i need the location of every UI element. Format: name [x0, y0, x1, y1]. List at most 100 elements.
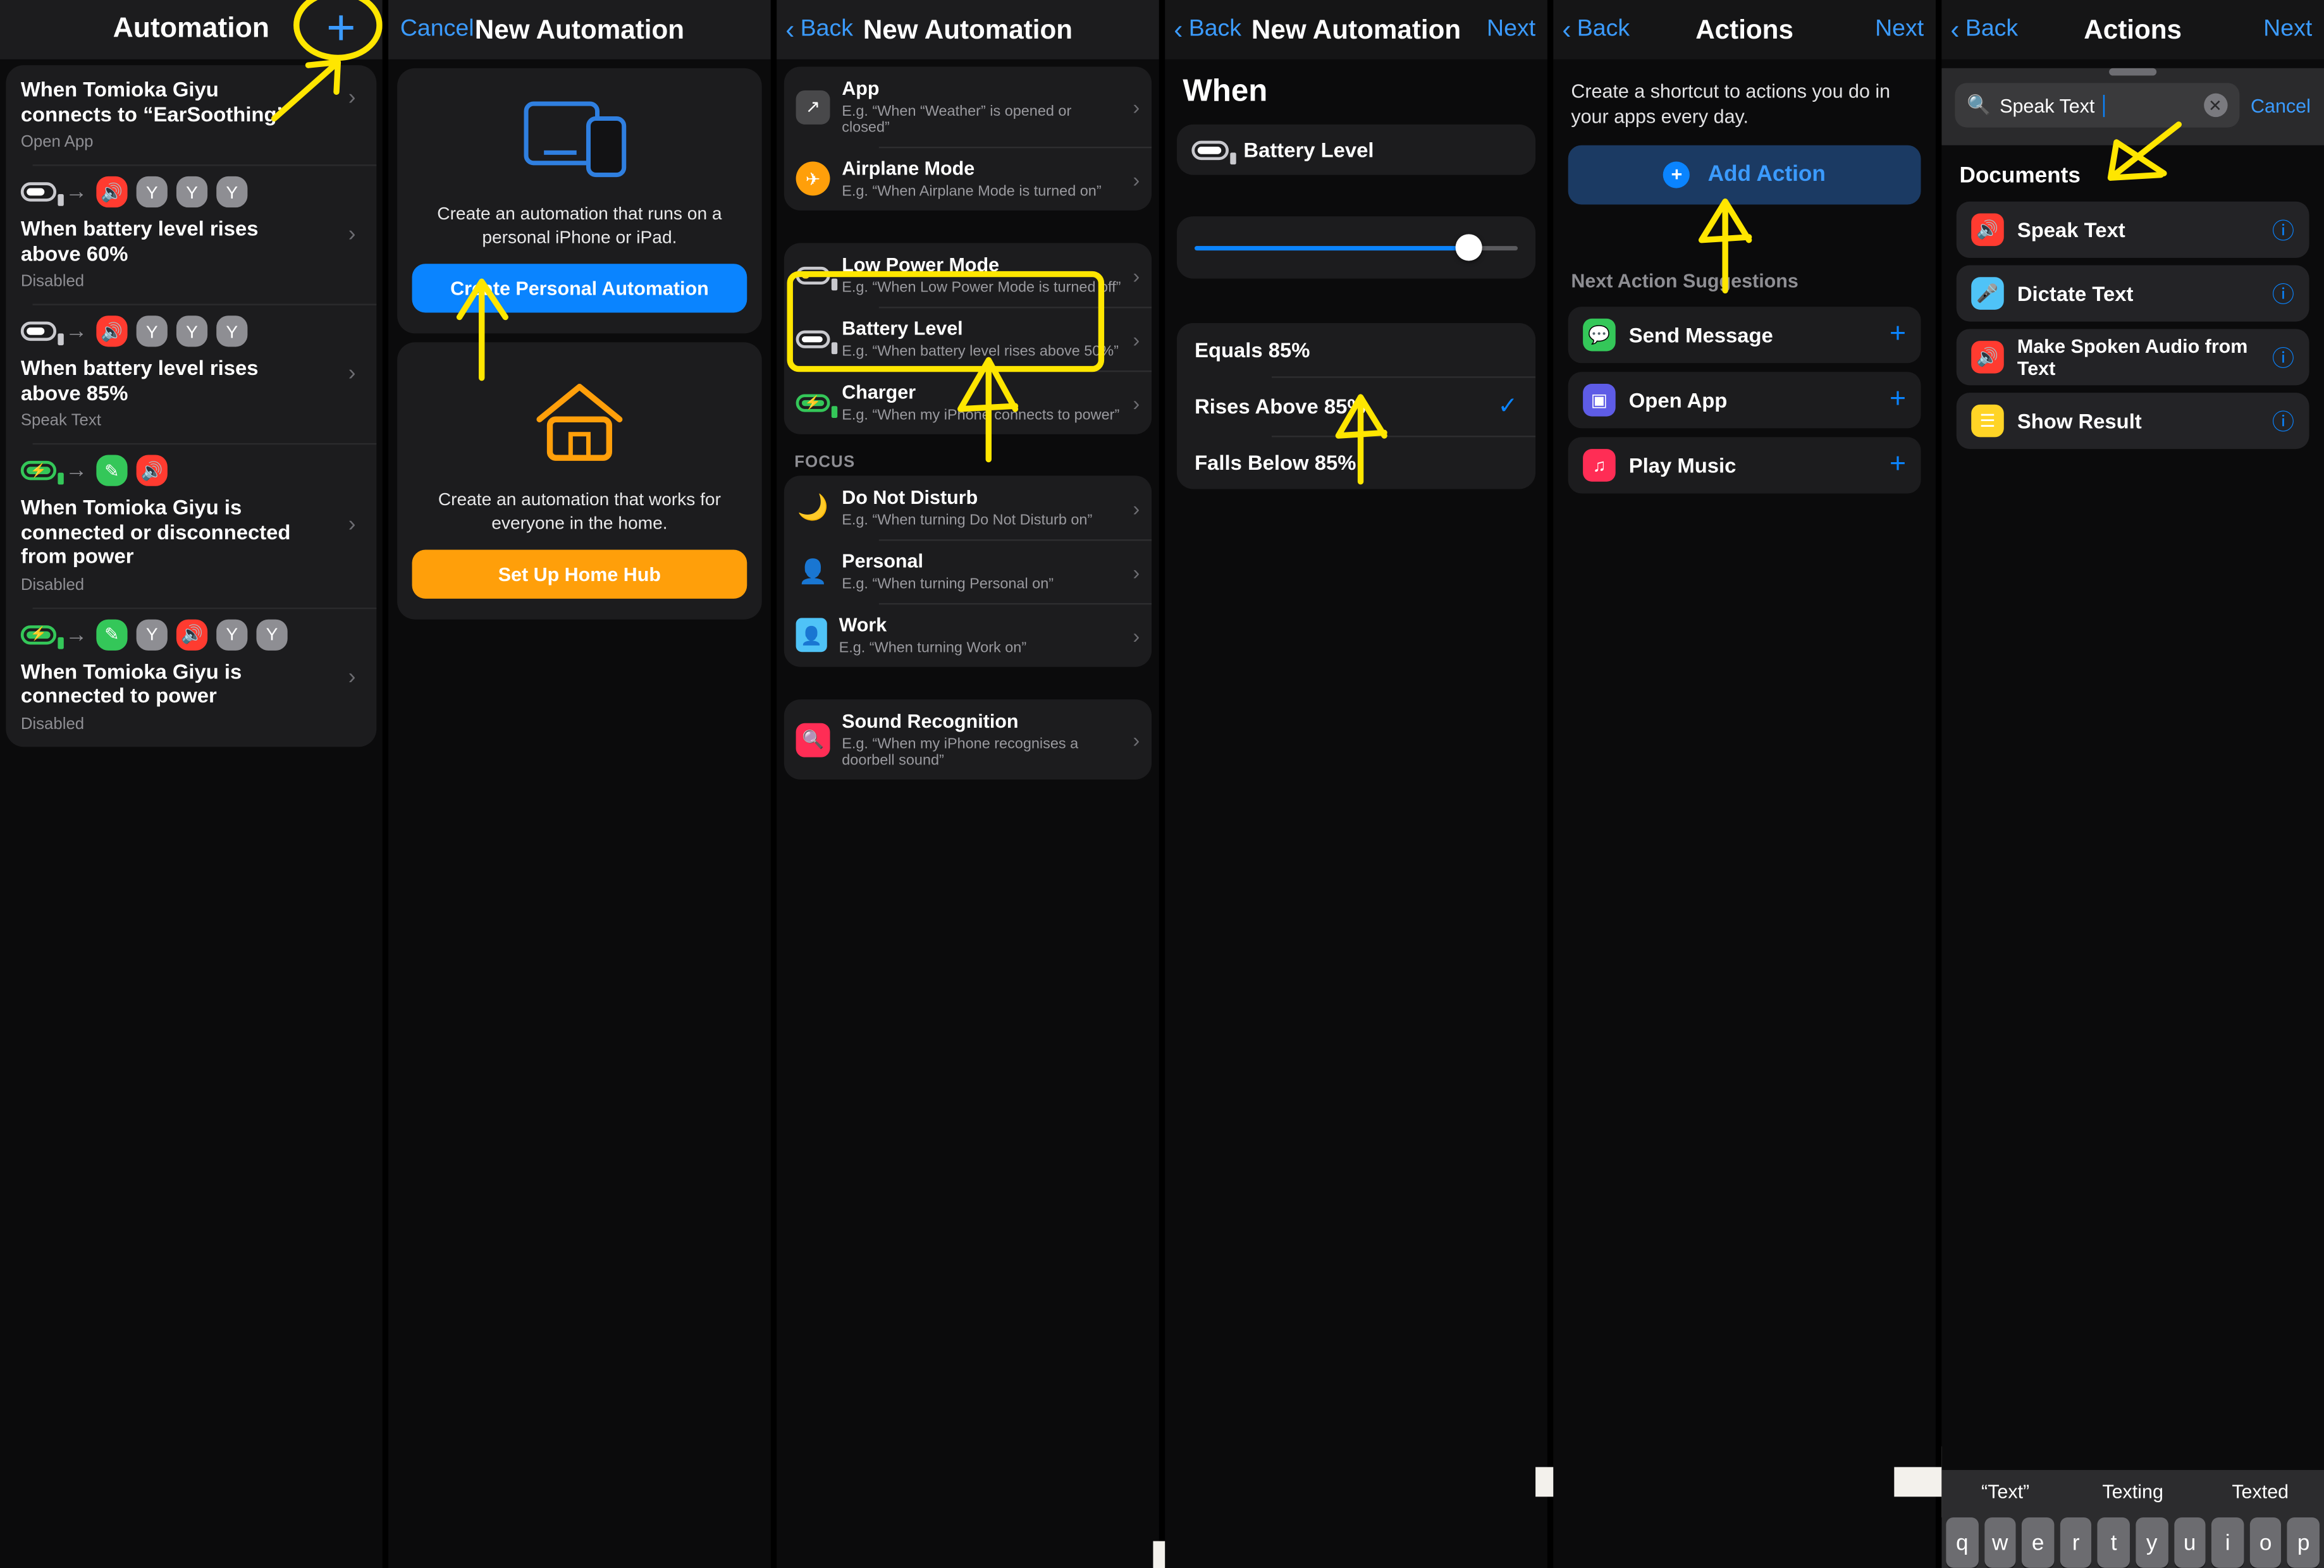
battery-slider[interactable]: [1195, 234, 1518, 261]
trigger-name: Battery Level: [842, 317, 963, 340]
prediction-2[interactable]: Texting: [2069, 1479, 2197, 1502]
prediction-3[interactable]: Texted: [2196, 1479, 2324, 1502]
charging-battery-icon: ⚡: [20, 625, 64, 649]
moon-icon: 🌙: [797, 493, 829, 521]
set-up-home-hub-button[interactable]: Set Up Home Hub: [412, 550, 747, 599]
trigger-example: E.g. “When battery level rises above 50%…: [842, 343, 1119, 360]
trigger-row-personal[interactable]: 👤 Personal E.g. “When turning Personal o…: [784, 539, 1152, 603]
automation-subtitle: Disabled: [20, 273, 85, 291]
option-falls-below[interactable]: Falls Below 85%: [1177, 436, 1536, 489]
page-title: Actions: [1695, 14, 1793, 44]
trigger-name: App: [842, 77, 880, 100]
chevron-right-icon: ›: [1133, 495, 1140, 520]
cancel-button[interactable]: Cancel: [400, 16, 474, 43]
personal-automation-card: Create an automation that runs on a pers…: [397, 68, 762, 334]
trigger-row-low-power[interactable]: Low Power Mode E.g. “When Low Power Mode…: [784, 243, 1152, 307]
add-icon[interactable]: +: [1890, 318, 1906, 351]
chevron-right-icon: ›: [1133, 390, 1140, 415]
key-y[interactable]: y: [2136, 1517, 2168, 1568]
key-p[interactable]: p: [2287, 1517, 2320, 1568]
app-icon: ↗: [796, 89, 830, 124]
next-button[interactable]: Next: [1487, 16, 1535, 43]
add-automation-button[interactable]: +: [326, 3, 356, 53]
trigger-row-app[interactable]: ↗ App E.g. “When “Weather” is opened or …: [784, 66, 1152, 147]
key-e[interactable]: e: [2022, 1517, 2054, 1568]
trigger-row-sound-recognition[interactable]: 🔍 Sound Recognition E.g. “When my iPhone…: [784, 699, 1152, 780]
trigger-battery-level-row[interactable]: Battery Level: [1177, 125, 1535, 175]
open-app-icon: ▣: [1583, 383, 1616, 417]
trigger-name: Work: [839, 613, 887, 636]
trigger-row-work[interactable]: 👤 Work E.g. “When turning Work on” ›: [784, 603, 1152, 667]
key-r[interactable]: r: [2060, 1517, 2092, 1568]
clear-search-icon[interactable]: ✕: [2203, 93, 2227, 118]
chevron-right-icon: ›: [1133, 326, 1140, 351]
panel-automation-list: Automation + When Tomioka Giyu connects …: [0, 0, 383, 1568]
next-button[interactable]: Next: [2263, 16, 2312, 43]
trigger-group-2: Low Power Mode E.g. “When Low Power Mode…: [784, 243, 1152, 434]
result-make-spoken-audio[interactable]: 🔊 Make Spoken Audio from Text ⓘ: [1956, 329, 2309, 386]
back-button[interactable]: ‹ Back: [785, 16, 853, 43]
next-action-suggestions-header: Next Action Suggestions: [1571, 269, 1798, 292]
automation-title: When battery level rises above 60%: [20, 216, 259, 265]
automation-row[interactable]: ⚡ → ✎ Y 🔊 Y Y When Tomioka Giyu is conne…: [6, 607, 377, 746]
chevron-right-icon: ›: [348, 221, 356, 247]
result-speak-text[interactable]: 🔊 Speak Text ⓘ: [1956, 201, 2309, 258]
trigger-row-do-not-disturb[interactable]: 🌙 Do Not Disturb E.g. “When turning Do N…: [784, 475, 1152, 539]
if-icon: Y: [136, 618, 168, 651]
key-u[interactable]: u: [2173, 1517, 2206, 1568]
trigger-row-battery-level[interactable]: Battery Level E.g. “When battery level r…: [784, 307, 1152, 371]
battery-icon: [1191, 140, 1236, 164]
suggestion-open-app[interactable]: ▣ Open App +: [1568, 371, 1921, 428]
battery-icon: [20, 321, 64, 346]
result-dictate-text[interactable]: 🎤 Dictate Text ⓘ: [1956, 265, 2309, 322]
suggestion-send-message[interactable]: 💬 Send Message +: [1568, 306, 1921, 363]
if-icon: Y: [176, 315, 208, 347]
battery-slider-card[interactable]: [1176, 216, 1536, 279]
option-rises-above[interactable]: Rises Above 85% ✓: [1177, 376, 1536, 436]
trigger-card[interactable]: Battery Level: [1176, 124, 1536, 175]
key-i[interactable]: i: [2211, 1517, 2244, 1568]
cancel-search-button[interactable]: Cancel: [2251, 94, 2311, 116]
next-button[interactable]: Next: [1875, 16, 1924, 43]
key-w[interactable]: w: [1984, 1517, 2017, 1568]
automation-row[interactable]: When Tomioka Giyu connects to “EarSoothi…: [6, 65, 376, 164]
suggestion-label: Send Message: [1628, 322, 1773, 346]
badge-icon: 👤: [796, 618, 827, 652]
trigger-row-airplane[interactable]: ✈ Airplane Mode E.g. “When Airplane Mode…: [784, 147, 1152, 211]
add-action-label: Add Action: [1707, 162, 1826, 187]
add-icon[interactable]: +: [1890, 384, 1906, 417]
automation-row[interactable]: → 🔊 Y Y Y When battery level rises above…: [6, 303, 377, 443]
search-input[interactable]: 🔍 Speak Text ✕: [1955, 83, 2239, 128]
prediction-1[interactable]: “Text”: [1941, 1479, 2069, 1502]
key-q[interactable]: q: [1946, 1517, 1979, 1568]
back-button[interactable]: ‹ Back: [1174, 16, 1241, 43]
trigger-row-charger[interactable]: ⚡ Charger E.g. “When my iPhone connects …: [784, 370, 1152, 434]
info-icon[interactable]: ⓘ: [2272, 341, 2294, 372]
info-icon[interactable]: ⓘ: [2272, 405, 2294, 436]
if-icon: Y: [176, 176, 208, 208]
suggestion-label: Open App: [1628, 388, 1728, 412]
sheet-grabber[interactable]: [2109, 68, 2157, 76]
add-icon[interactable]: +: [1890, 449, 1906, 482]
panel-trigger-list: ‹ Back New Automation ↗ App E.g. “When “…: [777, 0, 1159, 1568]
add-action-button[interactable]: + Add Action: [1568, 145, 1921, 204]
automation-subtitle: Speak Text: [20, 412, 101, 430]
nav-automation: Automation +: [0, 0, 383, 59]
automation-row[interactable]: ⚡ → ✎ 🔊 When Tomioka Giyu is connected o…: [6, 443, 377, 607]
back-button[interactable]: ‹ Back: [1950, 16, 2018, 43]
key-t[interactable]: t: [2098, 1517, 2130, 1568]
option-equals[interactable]: Equals 85%: [1177, 323, 1535, 376]
arrow-right-icon: →: [65, 458, 88, 484]
slider-knob[interactable]: [1456, 234, 1483, 261]
result-show-result[interactable]: ☰ Show Result ⓘ: [1956, 393, 2309, 450]
info-icon[interactable]: ⓘ: [2272, 278, 2294, 309]
suggestion-play-music[interactable]: ♫ Play Music +: [1568, 436, 1921, 493]
automation-row[interactable]: → 🔊 Y Y Y When battery level rises above…: [6, 164, 377, 303]
create-personal-automation-button[interactable]: Create Personal Automation: [412, 264, 747, 313]
key-o[interactable]: o: [2249, 1517, 2282, 1568]
speaker-icon: 🔊: [136, 455, 168, 486]
info-icon[interactable]: ⓘ: [2272, 214, 2294, 245]
back-button[interactable]: ‹ Back: [1562, 16, 1630, 43]
result-label: Speak Text: [2017, 217, 2125, 242]
panel-actions-empty: ‹ Back Actions Next Create a shortcut to…: [1553, 0, 1936, 1568]
